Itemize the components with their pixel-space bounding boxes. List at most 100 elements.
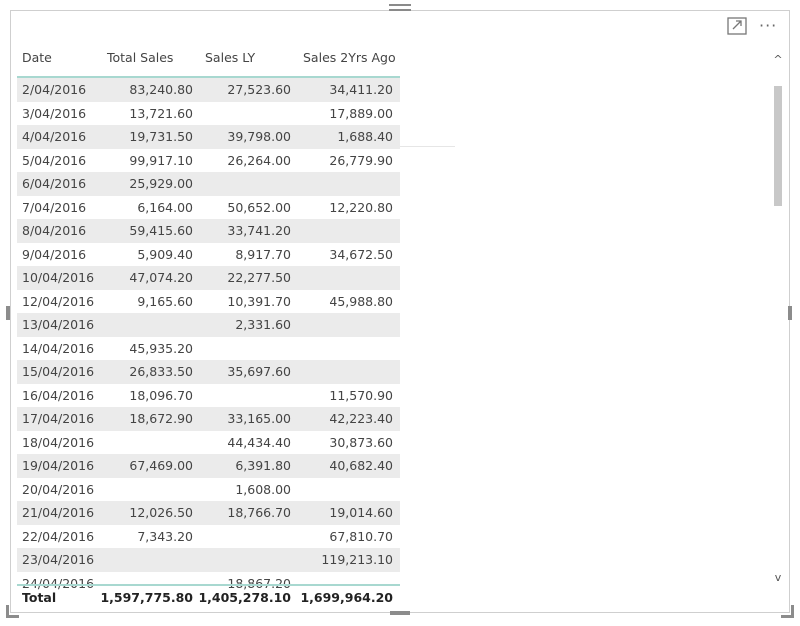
divider — [400, 146, 455, 147]
cell-sales-ly: 2,331.60 — [235, 317, 291, 332]
cell-date: 22/04/2016 — [22, 528, 95, 544]
table-row[interactable]: 23/04/2016 119,213.10 — [17, 548, 400, 572]
table-row[interactable]: 20/04/2016 1,608.00 — [17, 478, 400, 502]
cell-total-sales: 45,935.20 — [129, 340, 193, 356]
column-header-total-sales[interactable]: Total Sales — [107, 50, 173, 65]
total-divider — [17, 584, 400, 586]
cell-total-sales: 59,415.60 — [129, 223, 193, 238]
table-header: Date Total Sales Sales LY Sales 2Yrs Ago — [17, 44, 400, 78]
table-row[interactable]: 22/04/2016 7,343.20 67,810.70 — [17, 525, 400, 549]
resize-handle-bottom-right[interactable] — [781, 605, 794, 618]
cell-total-sales: 7,343.20 — [137, 528, 193, 544]
cell-sales-2yrs-ago: 30,873.60 — [329, 434, 393, 450]
table-row[interactable]: 2/04/2016 83,240.80 27,523.60 34,411.20 — [17, 78, 400, 102]
table-row[interactable]: 9/04/2016 5,909.40 8,917.70 34,672.50 — [17, 243, 400, 267]
cell-date: 12/04/2016 — [22, 293, 95, 309]
cell-total-sales: 5,909.40 — [137, 246, 193, 262]
cell-sales-ly: 8,917.70 — [235, 246, 291, 262]
total-sales-2yrs-ago: 1,699,964.20 — [300, 590, 393, 605]
cell-date: 15/04/2016 — [22, 364, 95, 379]
scrollbar-thumb[interactable] — [774, 86, 782, 206]
drag-grip-icon[interactable] — [389, 4, 411, 16]
cell-date: 17/04/2016 — [22, 411, 95, 426]
cell-date: 9/04/2016 — [22, 246, 87, 262]
table-row[interactable]: 4/04/2016 19,731.50 39,798.00 1,688.40 — [17, 125, 400, 149]
cell-sales-2yrs-ago: 42,223.40 — [329, 411, 393, 426]
data-table: Date Total Sales Sales LY Sales 2Yrs Ago… — [17, 44, 400, 591]
table-row[interactable]: 15/04/2016 26,833.50 35,697.60 — [17, 360, 400, 384]
column-header-date[interactable]: Date — [22, 50, 52, 65]
cell-total-sales: 67,469.00 — [129, 458, 193, 473]
cell-date: 10/04/2016 — [22, 270, 95, 285]
table-row[interactable]: 5/04/2016 99,917.10 26,264.00 26,779.90 — [17, 149, 400, 173]
total-total-sales: 1,597,775.80 — [100, 590, 193, 605]
chevron-down-icon[interactable]: v — [771, 572, 785, 584]
table-row[interactable]: 10/04/2016 47,074.20 22,277.50 — [17, 266, 400, 290]
table-row[interactable]: 21/04/2016 12,026.50 18,766.70 19,014.60 — [17, 501, 400, 525]
table-row[interactable]: 8/04/2016 59,415.60 33,741.20 — [17, 219, 400, 243]
table-row[interactable]: 14/04/2016 45,935.20 — [17, 337, 400, 361]
cell-sales-2yrs-ago: 119,213.10 — [321, 552, 393, 567]
cell-sales-2yrs-ago: 1,688.40 — [337, 129, 393, 144]
cell-sales-ly: 44,434.40 — [227, 434, 291, 450]
vertical-scrollbar[interactable]: ^ v — [771, 54, 785, 584]
more-options-icon[interactable]: ··· — [759, 18, 783, 34]
cell-date: 19/04/2016 — [22, 458, 95, 473]
cell-date: 5/04/2016 — [22, 152, 87, 168]
cell-sales-ly: 39,798.00 — [227, 129, 291, 144]
cell-sales-ly: 1,608.00 — [235, 481, 291, 497]
cell-sales-ly: 33,165.00 — [227, 411, 291, 426]
total-row: Total 1,597,775.80 1,405,278.10 1,699,96… — [17, 588, 400, 610]
total-label: Total — [22, 590, 57, 605]
column-header-sales-ly[interactable]: Sales LY — [205, 50, 255, 65]
cell-total-sales: 47,074.20 — [129, 270, 193, 285]
cell-date: 4/04/2016 — [22, 129, 87, 144]
table-row[interactable]: 6/04/2016 25,929.00 — [17, 172, 400, 196]
resize-handle-right[interactable] — [788, 306, 792, 320]
table-row[interactable]: 3/04/2016 13,721.60 17,889.00 — [17, 102, 400, 126]
cell-sales-ly: 18,766.70 — [227, 505, 291, 520]
cell-date: 13/04/2016 — [22, 317, 95, 332]
table-row[interactable]: 16/04/2016 18,096.70 11,570.90 — [17, 384, 400, 408]
table-row[interactable]: 19/04/2016 67,469.00 6,391.80 40,682.40 — [17, 454, 400, 478]
cell-date: 18/04/2016 — [22, 434, 95, 450]
cell-total-sales: 25,929.00 — [129, 176, 193, 191]
cell-sales-ly: 26,264.00 — [227, 152, 291, 168]
cell-total-sales: 9,165.60 — [137, 293, 193, 309]
cell-total-sales: 99,917.10 — [129, 152, 193, 168]
cell-sales-2yrs-ago: 11,570.90 — [329, 387, 393, 403]
column-header-sales-2yrs-ago[interactable]: Sales 2Yrs Ago — [303, 50, 396, 65]
cell-sales-ly: 50,652.00 — [227, 199, 291, 215]
cell-total-sales: 13,721.60 — [129, 105, 193, 121]
table-body[interactable]: 2/04/2016 83,240.80 27,523.60 34,411.20 3/04… — [17, 78, 400, 616]
table-row[interactable]: 12/04/2016 9,165.60 10,391.70 45,988.80 — [17, 290, 400, 314]
cell-sales-ly: 6,391.80 — [235, 458, 291, 473]
cell-sales-2yrs-ago: 26,779.90 — [329, 152, 393, 168]
resize-handle-left[interactable] — [6, 306, 10, 320]
table-row[interactable]: 18/04/2016 44,434.40 30,873.60 — [17, 431, 400, 455]
focus-mode-icon[interactable] — [727, 17, 747, 35]
cell-sales-ly: 10,391.70 — [227, 293, 291, 309]
table-row[interactable]: 13/04/2016 2,331.60 — [17, 313, 400, 337]
chevron-up-icon[interactable]: ^ — [771, 54, 785, 66]
cell-sales-2yrs-ago: 34,411.20 — [329, 82, 393, 97]
cell-sales-2yrs-ago: 67,810.70 — [329, 528, 393, 544]
cell-date: 7/04/2016 — [22, 199, 87, 215]
cell-date: 3/04/2016 — [22, 105, 87, 121]
cell-total-sales: 83,240.80 — [129, 82, 193, 97]
cell-sales-ly: 22,277.50 — [227, 270, 291, 285]
cell-total-sales: 26,833.50 — [129, 364, 193, 379]
table-row[interactable]: 17/04/2016 18,672.90 33,165.00 42,223.40 — [17, 407, 400, 431]
cell-sales-2yrs-ago: 17,889.00 — [329, 105, 393, 121]
cell-date: 8/04/2016 — [22, 223, 87, 238]
cell-date: 6/04/2016 — [22, 176, 87, 191]
cell-sales-2yrs-ago: 45,988.80 — [329, 293, 393, 309]
cell-sales-2yrs-ago: 34,672.50 — [329, 246, 393, 262]
cell-total-sales: 6,164.00 — [137, 199, 193, 215]
cell-date: 16/04/2016 — [22, 387, 95, 403]
cell-total-sales: 19,731.50 — [129, 129, 193, 144]
cell-date: 23/04/2016 — [22, 552, 95, 567]
cell-sales-2yrs-ago: 40,682.40 — [329, 458, 393, 473]
table-row[interactable]: 7/04/2016 6,164.00 50,652.00 12,220.80 — [17, 196, 400, 220]
cell-sales-ly: 27,523.60 — [227, 82, 291, 97]
